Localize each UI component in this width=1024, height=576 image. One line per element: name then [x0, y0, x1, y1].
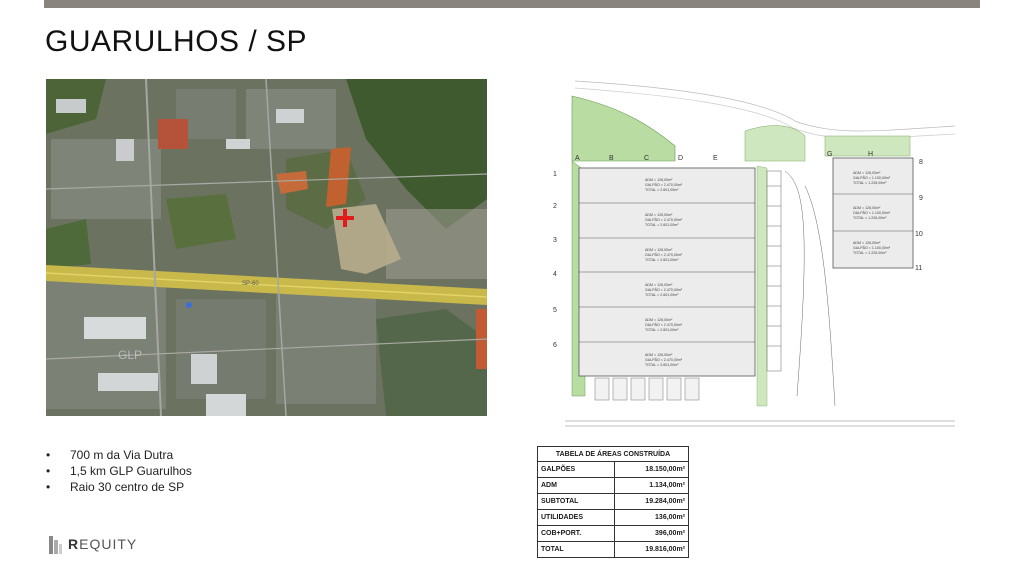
row-label: 4: [553, 271, 557, 278]
table-cell-label: GALPÕES: [536, 461, 616, 478]
block-galpao-label: GALPÃO = 1.100,00m²: [853, 210, 891, 215]
column-label: D: [678, 155, 683, 162]
block-galpao-label: GALPÃO = 1.100,00m²: [853, 245, 891, 250]
row-label: 2: [553, 203, 557, 210]
glp-label: GLP: [118, 348, 142, 362]
block-adm-label: ADM = 126,00m²: [645, 213, 673, 217]
table-cell-value: 1.134,00m²: [614, 477, 689, 494]
block-galpao-label: GALPÃO = 2.470,00m²: [645, 357, 683, 362]
column-label: E: [713, 155, 718, 162]
block-adm-label: ADM = 126,00m²: [645, 178, 673, 182]
block-adm-label: ADM = 126,00m²: [853, 171, 881, 175]
block-total-label: TOTAL = 1.226,00m²: [853, 216, 887, 220]
column-label: A: [575, 155, 580, 162]
table-row: GALPÕES 18.150,00m²: [536, 461, 689, 478]
block-galpao-label: GALPÃO = 2.470,00m²: [645, 217, 683, 222]
row-label: 8: [919, 159, 923, 166]
row-label: 6: [553, 342, 557, 349]
list-item: 700 m da Via Dutra: [42, 447, 192, 463]
block-galpao-label: GALPÃO = 2.470,00m²: [645, 252, 683, 257]
block-total-label: TOTAL = 1.226,00m²: [853, 251, 887, 255]
block-total-label: TOTAL = 2.601,00m²: [645, 188, 679, 192]
row-label: 10: [915, 231, 923, 238]
row-label: 11: [915, 265, 922, 272]
block-total-label: TOTAL = 2.601,00m²: [645, 293, 679, 297]
list-item: 1,5 km GLP Guarulhos: [42, 463, 192, 479]
column-label: C: [644, 155, 649, 162]
block-total-label: TOTAL = 2.601,00m²: [645, 258, 679, 262]
table-cell-value: 19.284,00m²: [614, 493, 689, 510]
site-plan-graphic: A B C D E G H 2 3 4 5 6 1 ADM = 126,00m²…: [553, 80, 956, 427]
table-row: COB+PORT. 396,00m²: [536, 525, 689, 542]
highlights-list: 700 m da Via Dutra 1,5 km GLP Guarulhos …: [42, 447, 192, 495]
highway-label: SP-60: [242, 281, 259, 287]
logo-initial: R: [68, 536, 80, 552]
aerial-map-graphic: SP-60 GLP: [46, 79, 487, 416]
area-table-header: TABELA DE ÁREAS CONSTRUÍDA: [537, 446, 689, 462]
row-label: 3: [553, 237, 557, 244]
block-galpao-label: GALPÃO = 2.470,00m²: [645, 322, 683, 327]
block-adm-label: ADM = 126,00m²: [853, 241, 881, 245]
block-galpao-label: GALPÃO = 2.470,00m²: [645, 287, 683, 292]
table-cell-value: 18.150,00m²: [614, 461, 689, 478]
site-plan-drawing: A B C D E G H 2 3 4 5 6 1 ADM = 126,00m²…: [535, 76, 963, 438]
table-cell-label: UTILIDADES: [536, 509, 616, 526]
table-cell-label: ADM: [536, 477, 616, 494]
building-logo-icon: [48, 534, 62, 554]
column-label: H: [868, 151, 873, 158]
logo-rest: EQUITY: [79, 536, 138, 552]
table-cell-label: SUBTOTAL: [536, 493, 616, 510]
location-pin-icon: [186, 302, 192, 308]
row-label: 5: [553, 307, 557, 314]
table-cell-value: 19.816,00m²: [614, 541, 689, 558]
table-row: SUBTOTAL 19.284,00m²: [536, 493, 689, 510]
block-total-label: TOTAL = 2.601,00m²: [645, 223, 679, 227]
block-adm-label: ADM = 126,00m²: [645, 353, 673, 357]
block-galpao-label: GALPÃO = 2.470,00m²: [645, 182, 683, 187]
table-cell-value: 396,00m²: [614, 525, 689, 542]
column-label: B: [609, 155, 614, 162]
block-galpao-label: GALPÃO = 1.100,00m²: [853, 175, 891, 180]
table-cell-label: TOTAL: [536, 541, 616, 558]
column-label: G: [827, 151, 832, 158]
block-adm-label: ADM = 126,00m²: [645, 283, 673, 287]
table-row: TOTAL 19.816,00m²: [536, 541, 689, 558]
top-accent-bar: [44, 0, 980, 8]
block-total-label: TOTAL = 2.601,00m²: [645, 363, 679, 367]
block-adm-label: ADM = 126,00m²: [853, 206, 881, 210]
block-total-label: TOTAL = 1.226,00m²: [853, 181, 887, 185]
list-item: Raio 30 centro de SP: [42, 479, 192, 495]
table-cell-value: 136,00m²: [614, 509, 689, 526]
row-label: 1: [553, 171, 557, 178]
logo-wordmark: REQUITY: [68, 536, 137, 552]
aerial-satellite-image: SP-60 GLP: [46, 79, 487, 416]
block-adm-label: ADM = 126,00m²: [645, 248, 673, 252]
row-label: 9: [919, 195, 923, 202]
table-cell-label: COB+PORT.: [536, 525, 616, 542]
table-row: ADM 1.134,00m²: [536, 477, 689, 494]
page-title: GUARULHOS / SP: [45, 25, 308, 58]
block-adm-label: ADM = 126,00m²: [645, 318, 673, 322]
block-total-label: TOTAL = 2.601,00m²: [645, 328, 679, 332]
area-table: TABELA DE ÁREAS CONSTRUÍDA GALPÕES 18.15…: [536, 446, 689, 558]
company-logo: REQUITY: [48, 534, 137, 554]
table-row: UTILIDADES 136,00m²: [536, 509, 689, 526]
